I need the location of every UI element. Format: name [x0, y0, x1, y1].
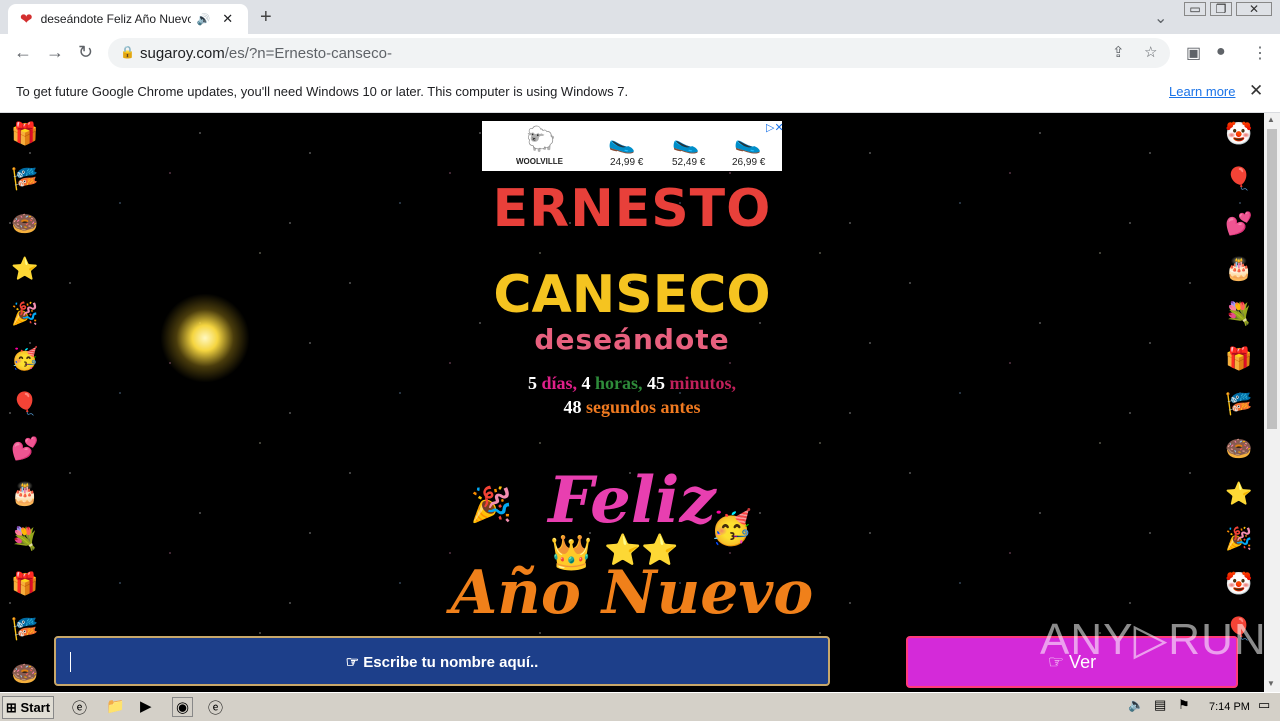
close-window-button[interactable]: ✕ [1236, 2, 1272, 16]
url-host: sugaroy.com [140, 45, 225, 62]
minimize-button[interactable]: ▭ [1184, 2, 1206, 16]
windows-taskbar: ⊞ Start ⓔ 📁 ▶ ◉ ⓔ 🔈 ▤ ⚑ 7:14 PM ▭ [0, 692, 1280, 721]
countdown: 5 días, 4 horas, 45 minutos, 48 segundos… [0, 371, 1264, 419]
last-name-text: CANSECO [493, 265, 771, 325]
profile-icon[interactable]: ● [1216, 43, 1226, 61]
reload-icon[interactable]: ↻ [78, 42, 93, 63]
url-path: /es/?n=Ernesto-canseco- [224, 45, 392, 62]
edge-icon[interactable]: ⓔ [208, 697, 223, 718]
internet-explorer-icon[interactable]: ⓔ [72, 697, 87, 718]
sheep-logo-icon: 🐑 [526, 126, 556, 153]
page-content: 🎁 🎏 🍩 ⭐ 🎉 🥳 🎈 💕 🎂 💐 🎁 🎏 🍩 🤡 🎈 💕 🎂 💐 🎁 🎏 … [0, 113, 1264, 692]
seconds-label: segundos antes [585, 397, 701, 417]
name-input-placeholder: ☞ Escribe tu nombre aquí.. [345, 654, 539, 671]
back-icon[interactable]: ← [14, 42, 32, 63]
ad-price: 26,99 € [732, 157, 766, 168]
days-value: 5 [527, 373, 537, 393]
network-icon[interactable]: ▤ [1154, 697, 1166, 713]
browser-toolbar: ← → ↻ 🔒 sugaroy.com/es/?n=Ernesto-cansec… [0, 34, 1280, 73]
address-bar[interactable]: 🔒 sugaroy.com/es/?n=Ernesto-canseco- ⇪ ☆ [108, 38, 1170, 68]
greeting-feliz: Feliz [548, 463, 716, 538]
share-icon[interactable]: ⇪ [1112, 43, 1125, 61]
minutes-label: minutos, [669, 373, 737, 393]
anyrun-watermark: ANY▷RUN [1040, 615, 1267, 664]
forward-icon[interactable]: → [46, 42, 64, 63]
first-name: ERNESTO [0, 179, 1264, 239]
windows-logo-icon: ⊞ [5, 700, 17, 715]
page-scrollbar[interactable]: ▲ ▼ [1264, 113, 1280, 692]
taskbar-clock[interactable]: 7:14 PM [1209, 701, 1250, 713]
restore-button[interactable]: ❐ [1210, 2, 1232, 16]
learn-more-link[interactable]: Learn more [1169, 84, 1235, 99]
days-label: días, [541, 373, 577, 393]
media-player-icon[interactable]: ▶ [140, 697, 152, 715]
scroll-down-icon[interactable]: ▼ [1267, 679, 1275, 688]
ad-banner[interactable]: 🐑 WOOLVILLE 🥿 🥿 🥿 24,99 € 52,49 € 26,99 … [482, 121, 784, 171]
gift-icon: 🎁 [11, 121, 39, 146]
scroll-up-icon[interactable]: ▲ [1267, 115, 1275, 124]
lock-icon[interactable]: 🔒 [120, 45, 135, 59]
minutes-value: 45 [647, 373, 666, 393]
seconds-value: 48 [563, 397, 582, 417]
ad-close-icon[interactable]: ▷✕ [766, 121, 784, 134]
scroll-thumb[interactable] [1267, 129, 1277, 429]
info-message: To get future Google Chrome updates, you… [16, 84, 629, 99]
speaker-icon[interactable]: 🔊 [197, 13, 211, 26]
volume-icon[interactable]: 🔈 [1128, 697, 1144, 713]
ad-price: 52,49 € [672, 157, 706, 168]
tab-strip: ❤ deseándote Feliz Año Nuevo 20 🔊 ✕ + ⌄ … [0, 0, 1280, 34]
tab-search-icon[interactable]: ⌄ [1154, 8, 1167, 28]
greeting-anio-nuevo-text: Año Nuevo [450, 558, 814, 628]
face-icon: 🤡 [1225, 121, 1253, 146]
donut-icon: 🍩 [11, 661, 39, 686]
start-label: Start [20, 700, 51, 715]
flag-icon[interactable]: ⚑ [1178, 697, 1190, 713]
show-desktop-icon[interactable]: ▭ [1258, 697, 1270, 713]
url-text: sugaroy.com/es/?n=Ernesto-canseco- [140, 45, 392, 62]
close-icon[interactable]: ✕ [1249, 81, 1263, 101]
slipper-icon: 🥿 [734, 129, 762, 154]
hours-label: horas, [595, 373, 643, 393]
ad-brand: WOOLVILLE [516, 157, 563, 166]
tab-title: deseándote Feliz Año Nuevo 20 [40, 12, 191, 26]
wishing-text: deseándote [534, 323, 730, 356]
menu-icon[interactable]: ⋮ [1252, 43, 1268, 63]
new-tab-button[interactable]: + [260, 6, 272, 29]
side-panel-icon[interactable]: ▣ [1186, 43, 1201, 63]
name-input[interactable]: ☞ Escribe tu nombre aquí.. [54, 636, 830, 686]
start-button[interactable]: ⊞ Start [2, 696, 54, 719]
bookmark-star-icon[interactable]: ☆ [1144, 43, 1157, 61]
ad-price: 24,99 € [610, 157, 644, 168]
first-name-text: ERNESTO [492, 179, 772, 239]
update-info-bar: To get future Google Chrome updates, you… [0, 72, 1280, 113]
hours-value: 4 [581, 373, 591, 393]
heart-icon: ❤ [20, 11, 33, 28]
folder-icon[interactable]: 📁 [106, 697, 125, 715]
chrome-icon[interactable]: ◉ [172, 697, 194, 717]
last-name: CANSECO [0, 265, 1264, 325]
browser-tab[interactable]: ❤ deseándote Feliz Año Nuevo 20 🔊 ✕ [8, 4, 248, 34]
tab-close-icon[interactable]: ✕ [222, 11, 233, 27]
slipper-icon: 🥿 [608, 129, 636, 154]
slipper-icon: 🥿 [672, 129, 700, 154]
